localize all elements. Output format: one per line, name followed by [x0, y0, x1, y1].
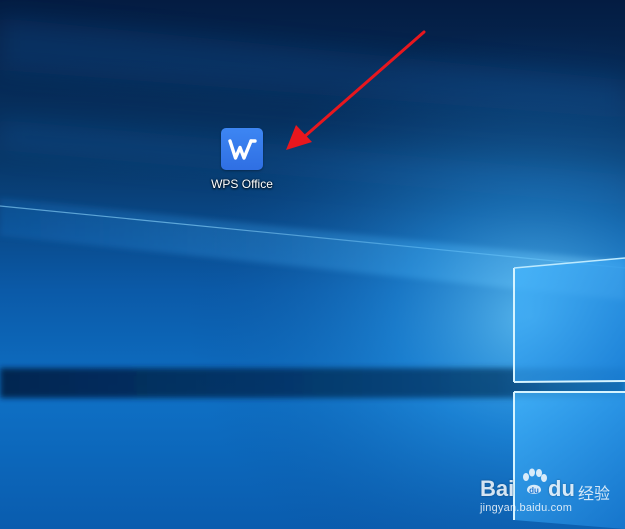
desktop-wallpaper [0, 0, 625, 529]
desktop[interactable]: WPS Office Bai du du 经验 jingyan.baidu.co… [0, 0, 625, 529]
paw-icon: du [523, 468, 547, 495]
watermark-brand-cn: 经验 [578, 484, 611, 503]
watermark-brand-du: du [548, 476, 575, 501]
wps-w-glyph [228, 139, 257, 160]
svg-text:du: du [529, 486, 539, 495]
shortcut-label[interactable]: WPS Office [200, 177, 284, 191]
wps-office-icon[interactable] [221, 128, 263, 170]
watermark-brand-bai: Bai [480, 476, 515, 501]
watermark-url: jingyan.baidu.com [480, 502, 573, 514]
wps-office-shortcut[interactable]: WPS Office [200, 124, 284, 196]
baidu-jingyan-watermark: Bai du du 经验 jingyan.baidu.com [478, 458, 618, 522]
